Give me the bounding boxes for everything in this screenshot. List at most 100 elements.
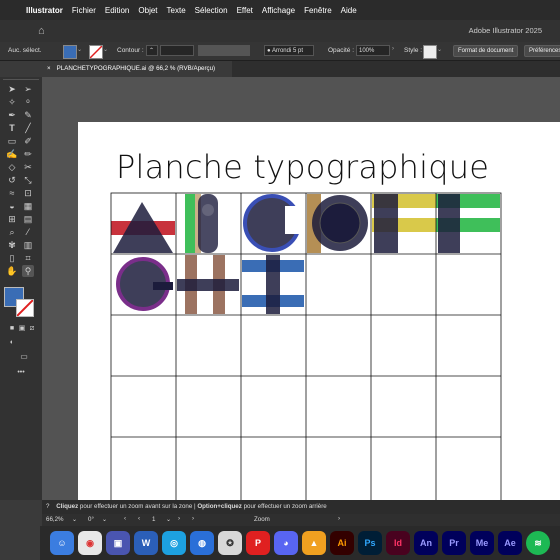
glyph-h[interactable] <box>177 255 239 314</box>
chevron-right-icon[interactable]: › <box>392 46 394 52</box>
slice-icon[interactable]: ⌗ <box>22 252 34 264</box>
chevron-down-icon[interactable]: ⌄ <box>77 46 82 53</box>
stroke-color-swatch[interactable] <box>16 299 34 317</box>
tab-document[interactable]: × PLANCHETYPOGRAPHIQUE.ai @ 66,2 % (RVB/A… <box>42 61 232 77</box>
finder-icon[interactable]: ☺ <box>50 531 74 555</box>
menu-affichage[interactable]: Affichage <box>262 6 295 15</box>
direct-selection-tool-icon[interactable]: ➢ <box>22 83 34 95</box>
eraser-icon[interactable]: ◇ <box>6 161 18 173</box>
word-icon[interactable]: W <box>134 531 158 555</box>
pinterest-icon[interactable]: P <box>246 531 270 555</box>
zoom-level-input[interactable]: 66,2% <box>46 516 64 523</box>
opacity-input[interactable]: 100% <box>356 45 390 56</box>
artboard-next-icon[interactable]: › <box>178 515 180 522</box>
zoom-tool-icon[interactable]: ⚲ <box>22 265 34 277</box>
free-transform-icon[interactable]: ⊡ <box>22 187 34 199</box>
screen-mode-icon[interactable]: ▭ <box>18 351 30 363</box>
curvature-icon[interactable]: ✎ <box>22 109 34 121</box>
eyedropper-icon[interactable]: ⌕ <box>6 226 18 238</box>
fill-swatch[interactable] <box>63 45 77 59</box>
more-tools-icon[interactable]: ••• <box>12 367 30 379</box>
glyph-d[interactable] <box>307 194 368 253</box>
illustrator-app-icon[interactable]: Ai <box>330 531 354 555</box>
graph-icon[interactable]: ▥ <box>22 239 34 251</box>
symbol-sprayer-icon[interactable]: ✾ <box>6 239 18 251</box>
mesh-icon[interactable]: ⊞ <box>6 213 18 225</box>
glyph-b[interactable] <box>185 194 218 253</box>
chevron-down-icon[interactable]: ⌄ <box>72 516 77 523</box>
after-effects-app-icon[interactable]: Ae <box>498 531 522 555</box>
chevron-down-icon[interactable]: ⌄ <box>437 46 442 53</box>
artboard[interactable]: Planche typographique <box>78 122 560 500</box>
vlc-icon[interactable]: ▲ <box>302 531 326 555</box>
preferences-button[interactable]: Préférences <box>524 45 560 57</box>
chevron-down-icon[interactable]: ⌄ <box>102 516 107 523</box>
shaper-icon[interactable]: ✍ <box>6 148 18 160</box>
artboard-prev-icon[interactable]: ‹ <box>138 515 140 522</box>
pencil-icon[interactable]: ✏ <box>22 148 34 160</box>
none-mode-icon[interactable]: ⧄ <box>26 323 38 335</box>
glyph-e[interactable] <box>372 194 436 253</box>
blender-icon[interactable]: ◍ <box>190 531 214 555</box>
gradient-icon[interactable]: ▤ <box>22 213 34 225</box>
stroke-weight-stepper[interactable]: ⌃ <box>146 45 158 56</box>
lasso-icon[interactable]: ᵒ <box>22 96 34 108</box>
chevron-right-icon[interactable]: › <box>338 515 340 522</box>
premiere-app-icon[interactable]: Pr <box>442 531 466 555</box>
teams-icon[interactable]: ▣ <box>106 531 130 555</box>
perspective-icon[interactable]: ▦ <box>22 200 34 212</box>
discord-icon[interactable]: ◕ <box>274 531 298 555</box>
stroke-swatch[interactable] <box>89 45 103 59</box>
photoshop-app-icon[interactable]: Ps <box>358 531 382 555</box>
rotation-input[interactable]: 0° <box>88 516 94 523</box>
safari-icon[interactable]: ✪ <box>218 531 242 555</box>
menu-fenetre[interactable]: Fenêtre <box>304 6 332 15</box>
paintbrush-icon[interactable]: ✐ <box>22 135 34 147</box>
canvas-area[interactable]: Planche typographique <box>42 77 560 500</box>
pen-tool-icon[interactable]: ✒ <box>6 109 18 121</box>
shape-builder-icon[interactable]: ◒ <box>6 200 18 212</box>
width-tool-icon[interactable]: ≈ <box>6 187 18 199</box>
menu-app-name[interactable]: Illustrator <box>26 6 63 15</box>
menu-fichier[interactable]: Fichier <box>72 6 96 15</box>
typographic-grid[interactable] <box>78 122 560 500</box>
menu-texte[interactable]: Texte <box>167 6 186 15</box>
close-icon[interactable]: × <box>47 65 51 72</box>
glyph-c[interactable] <box>243 194 305 252</box>
draw-mode-icon[interactable]: ◐ <box>6 337 18 349</box>
rectangle-tool-icon[interactable]: ▭ <box>6 135 18 147</box>
blend-icon[interactable]: ⁄ <box>22 226 34 238</box>
glyph-g[interactable] <box>116 257 173 311</box>
document-setup-button[interactable]: Format de document <box>453 45 519 57</box>
indesign-app-icon[interactable]: Id <box>386 531 410 555</box>
chrome-icon[interactable]: ◉ <box>78 531 102 555</box>
brush-definition-select[interactable]: ● Arrondi 5 pt <box>264 45 314 56</box>
artboard-number-input[interactable]: 1 <box>152 516 155 523</box>
scale-icon[interactable]: ⤡ <box>22 174 34 186</box>
menu-aide[interactable]: Aide <box>341 6 357 15</box>
hand-tool-icon[interactable]: ✋ <box>6 265 18 277</box>
stroke-weight-input[interactable] <box>160 45 194 56</box>
spotify-icon[interactable]: ≋ <box>526 531 550 555</box>
magic-wand-icon[interactable]: ✧ <box>6 96 18 108</box>
menu-effet[interactable]: Effet <box>237 6 253 15</box>
graphic-style-swatch[interactable] <box>423 45 437 59</box>
chevron-down-icon[interactable]: ⌄ <box>166 516 171 523</box>
menu-selection[interactable]: Sélection <box>195 6 228 15</box>
artboard-prev-icon[interactable]: ‹ <box>124 515 126 522</box>
artboard-next-icon[interactable]: › <box>192 515 194 522</box>
home-icon[interactable]: ⌂ <box>38 25 52 37</box>
glyph-f[interactable] <box>436 194 500 253</box>
panel-grip[interactable] <box>3 79 39 82</box>
animate-app-icon[interactable]: An <box>414 531 438 555</box>
variable-width-profile[interactable] <box>198 45 250 56</box>
rotate-icon[interactable]: ↺ <box>6 174 18 186</box>
glyph-a[interactable] <box>111 202 175 253</box>
line-tool-icon[interactable]: ╱ <box>22 122 34 134</box>
glyph-i[interactable] <box>242 255 304 314</box>
type-tool-icon[interactable]: T <box>6 122 18 134</box>
artboard-tool-icon[interactable]: ▯ <box>6 252 18 264</box>
scissors-icon[interactable]: ✂ <box>22 161 34 173</box>
menu-edition[interactable]: Edition <box>105 6 129 15</box>
chevron-down-icon[interactable]: ⌄ <box>103 46 108 53</box>
